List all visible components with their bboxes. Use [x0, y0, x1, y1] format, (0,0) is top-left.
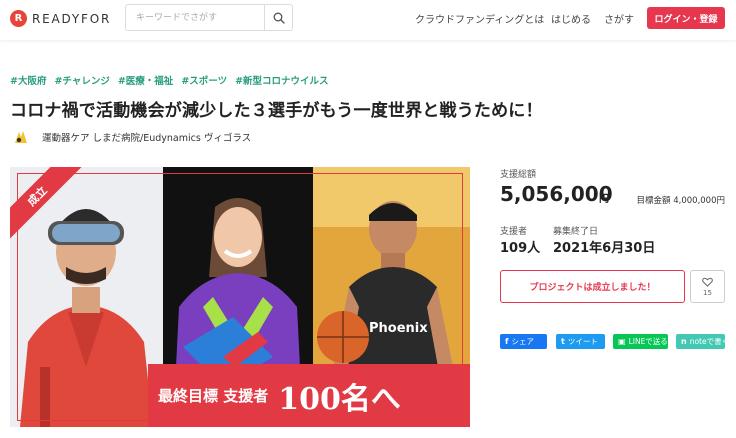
- login-button[interactable]: ログイン・登録: [647, 7, 725, 29]
- facebook-share-button[interactable]: f シェア: [500, 334, 547, 349]
- owner-avatar-icon: [15, 131, 27, 143]
- tag-medical[interactable]: #医療・福祉: [118, 73, 173, 87]
- site-logo[interactable]: R READYFOR: [10, 10, 111, 27]
- end-date-value: 2021年6月30日: [553, 241, 656, 256]
- note-share-button[interactable]: n noteで書く: [676, 334, 729, 349]
- search-box: [125, 4, 293, 31]
- goal-banner-caption: 最終目標 支援者: [158, 387, 269, 405]
- goal-banner-target: 100名へ: [278, 381, 401, 417]
- tag-list: #大阪府 #チャレンジ #医療・福祉 #スポーツ #新型コロナウイルス: [10, 73, 329, 87]
- logo-text: READYFOR: [32, 11, 112, 26]
- tag-sports[interactable]: #スポーツ: [181, 73, 227, 87]
- search-icon: [273, 12, 285, 24]
- favorite-count: 15: [703, 288, 712, 297]
- goal-banner: 最終目標 支援者 100名へ: [148, 364, 470, 427]
- nav-about-crowdfunding[interactable]: クラウドファンディングとは: [415, 11, 544, 26]
- favorite-button[interactable]: 15: [690, 270, 725, 303]
- project-owner[interactable]: 運動器ケア しまだ病院/Eudynamics ヴィゴラス: [12, 128, 251, 146]
- search-button[interactable]: [264, 5, 292, 30]
- project-status-button[interactable]: プロジェクトは成立しました！: [500, 270, 685, 303]
- tag-covid[interactable]: #新型コロナウイルス: [235, 73, 328, 87]
- svg-text:Phoenix: Phoenix: [369, 321, 428, 336]
- nav-search[interactable]: さがす: [604, 11, 634, 26]
- facebook-icon: f: [505, 337, 509, 346]
- project-main-image: Phoenix 成立 最終目標 支援者 100名へ: [10, 167, 470, 427]
- line-icon: ▣: [618, 337, 626, 346]
- total-amount-value: 5,056,000: [500, 182, 613, 206]
- total-amount-label: 支援総額: [500, 170, 537, 180]
- twitter-share-button[interactable]: t ツイート: [556, 334, 605, 349]
- goal-amount: 目標金額 4,000,000円: [636, 196, 725, 206]
- owner-name: 運動器ケア しまだ病院/Eudynamics ヴィゴラス: [42, 133, 252, 144]
- supporters-value: 109人: [500, 241, 541, 256]
- nav-start[interactable]: はじめる: [551, 11, 591, 26]
- project-title: コロナ禍で活動機会が減少した３選手がもう一度世界と戦うために！: [10, 101, 543, 121]
- supporters-label: 支援者: [500, 227, 528, 237]
- success-ribbon-label: 成立: [10, 167, 84, 243]
- note-icon: n: [681, 337, 687, 346]
- search-input[interactable]: [126, 5, 264, 30]
- success-ribbon: 成立: [10, 167, 100, 257]
- line-share-button[interactable]: ▣ LINEで送る: [613, 334, 668, 349]
- heart-icon: [702, 277, 713, 287]
- twitter-icon: t: [561, 337, 565, 346]
- tag-challenge[interactable]: #チャレンジ: [54, 73, 109, 87]
- end-date-label: 募集終了日: [553, 227, 599, 237]
- total-amount-unit: 円: [599, 194, 609, 205]
- logo-mark-icon: R: [10, 10, 27, 27]
- tag-osaka[interactable]: #大阪府: [10, 73, 46, 87]
- site-header: R READYFOR クラウドファンディングとは はじめる さがす ログイン・登…: [0, 0, 736, 40]
